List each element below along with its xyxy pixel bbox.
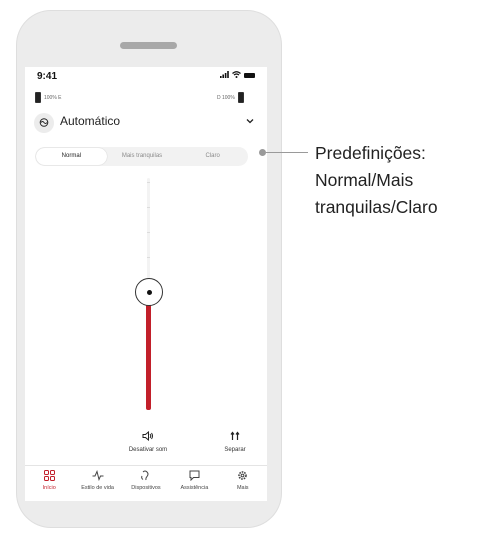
preset-normal[interactable]: Normal — [36, 148, 107, 165]
nav-assistencia[interactable]: Assistência — [170, 470, 218, 491]
signal-icon — [220, 71, 229, 80]
mute-button[interactable]: Desativar som — [120, 430, 176, 453]
volume-fill — [146, 288, 151, 410]
callout-line — [266, 152, 308, 153]
nav-label-mais: Mais — [236, 485, 249, 491]
volume-tick — [147, 232, 150, 233]
wifi-icon — [232, 71, 241, 80]
app-screen: 9:41 100% E D 100% Automático Normal Mai… — [25, 67, 267, 501]
callout-dot — [259, 149, 266, 156]
left-battery-icon — [35, 92, 41, 103]
nav-label-assistencia: Assistência — [180, 485, 209, 491]
nav-label-dispositivos: Dispositivos — [131, 485, 161, 491]
status-icons — [220, 71, 255, 80]
thumb-dot — [146, 289, 152, 295]
battery-icon — [244, 73, 255, 78]
activity-icon — [92, 469, 104, 483]
bottom-nav: Início Estilo de vida Dispositivos Assis… — [25, 465, 267, 501]
program-icon-button[interactable] — [34, 113, 54, 133]
nav-inicio[interactable]: Início — [25, 470, 73, 491]
preset-segmented-control: Normal Mais tranquilas Claro — [35, 147, 248, 166]
volume-slider-thumb[interactable] — [135, 278, 163, 306]
split-label: Separar — [224, 447, 246, 453]
left-aid-battery-label: 100% E — [44, 94, 62, 101]
right-aid-battery-label: D 100% — [217, 94, 235, 101]
left-aid-battery: 100% E — [35, 92, 62, 103]
chat-icon — [189, 470, 200, 483]
mute-label: Desativar som — [128, 447, 168, 453]
gear-icon — [237, 470, 248, 483]
nav-label-estilo-de-vida: Estilo de vida — [81, 485, 114, 491]
speaker-mute-icon — [120, 430, 176, 445]
volume-tick — [147, 257, 150, 258]
loop-icon — [38, 114, 50, 132]
status-time: 9:41 — [37, 71, 58, 82]
split-button[interactable]: Separar — [215, 431, 255, 453]
nav-dispositivos[interactable]: Dispositivos — [122, 470, 170, 491]
volume-tick — [147, 182, 150, 183]
nav-label-inicio: Início — [42, 485, 56, 491]
hearing-aid-icon — [140, 470, 151, 483]
callout-text: Predefinições: Normal/Mais tranquilas/Cl… — [315, 143, 438, 217]
preset-mais-tranquilas[interactable]: Mais tranquilas — [107, 148, 178, 165]
grid-icon — [43, 470, 55, 483]
volume-tick — [147, 207, 150, 208]
nav-mais[interactable]: Mais — [219, 470, 267, 491]
split-icon — [215, 431, 255, 445]
program-title[interactable]: Automático — [60, 114, 120, 128]
right-battery-icon — [237, 92, 244, 103]
right-aid-battery: D 100% — [217, 92, 244, 103]
chevron-down-icon[interactable] — [246, 116, 254, 126]
phone-speaker — [120, 42, 177, 49]
nav-estilo-de-vida[interactable]: Estilo de vida — [74, 469, 122, 491]
preset-claro[interactable]: Claro — [177, 148, 248, 165]
